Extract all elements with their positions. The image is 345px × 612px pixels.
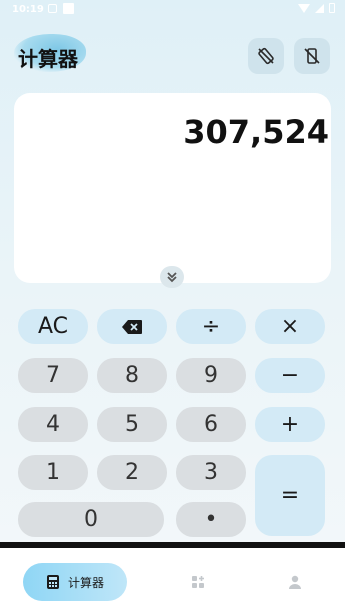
vibration-off-button[interactable] <box>294 38 330 74</box>
nav-item-calculator[interactable]: 计算器 <box>23 563 127 601</box>
app-title-area: 计算器 <box>14 34 94 74</box>
notification-icon <box>48 4 57 13</box>
multiply-button[interactable]: × <box>255 309 325 344</box>
nav-item-profile[interactable] <box>284 572 306 592</box>
digit-1-button[interactable]: 1 <box>18 455 88 490</box>
nav-item-apps[interactable] <box>187 572 209 592</box>
notification-square-icon <box>63 3 74 14</box>
status-bar: 10:19 <box>0 0 345 20</box>
person-icon <box>289 575 301 589</box>
subtract-button[interactable]: − <box>255 358 325 393</box>
digit-2-button[interactable]: 2 <box>97 455 167 490</box>
digit-6-button[interactable]: 6 <box>176 407 246 442</box>
digit-7-button[interactable]: 7 <box>18 358 88 393</box>
calculator-icon <box>46 575 59 589</box>
backspace-button[interactable] <box>97 309 167 344</box>
digit-4-button[interactable]: 4 <box>18 407 88 442</box>
bottom-nav: 计算器 <box>0 542 345 612</box>
result-display: 307,524 <box>14 93 331 283</box>
digit-5-button[interactable]: 5 <box>97 407 167 442</box>
wifi-icon <box>298 3 310 13</box>
add-button[interactable]: + <box>255 407 325 442</box>
status-time: 10:19 <box>12 4 44 15</box>
double-chevron-down-icon <box>167 272 177 283</box>
digit-3-button[interactable]: 3 <box>176 455 246 490</box>
decimal-button[interactable]: • <box>176 502 246 537</box>
screen-rotation-off-icon <box>258 47 274 65</box>
apps-icon <box>192 576 204 588</box>
battery-icon <box>329 3 335 13</box>
status-indicators <box>298 3 335 13</box>
clear-button[interactable]: AC <box>18 309 88 344</box>
divide-button[interactable]: ÷ <box>176 309 246 344</box>
digit-9-button[interactable]: 9 <box>176 358 246 393</box>
display-value: 307,524 <box>183 113 329 151</box>
signal-icon <box>315 3 324 13</box>
digit-8-button[interactable]: 8 <box>97 358 167 393</box>
equals-button[interactable]: = <box>255 455 325 536</box>
phone-off-icon <box>304 48 320 64</box>
expand-history-button[interactable] <box>160 266 184 288</box>
nav-label-calculator: 计算器 <box>67 575 104 590</box>
screen-rotation-button[interactable] <box>248 38 284 74</box>
backspace-icon <box>122 319 142 334</box>
digit-0-button[interactable]: 0 <box>18 502 164 537</box>
page-title: 计算器 <box>18 47 78 71</box>
